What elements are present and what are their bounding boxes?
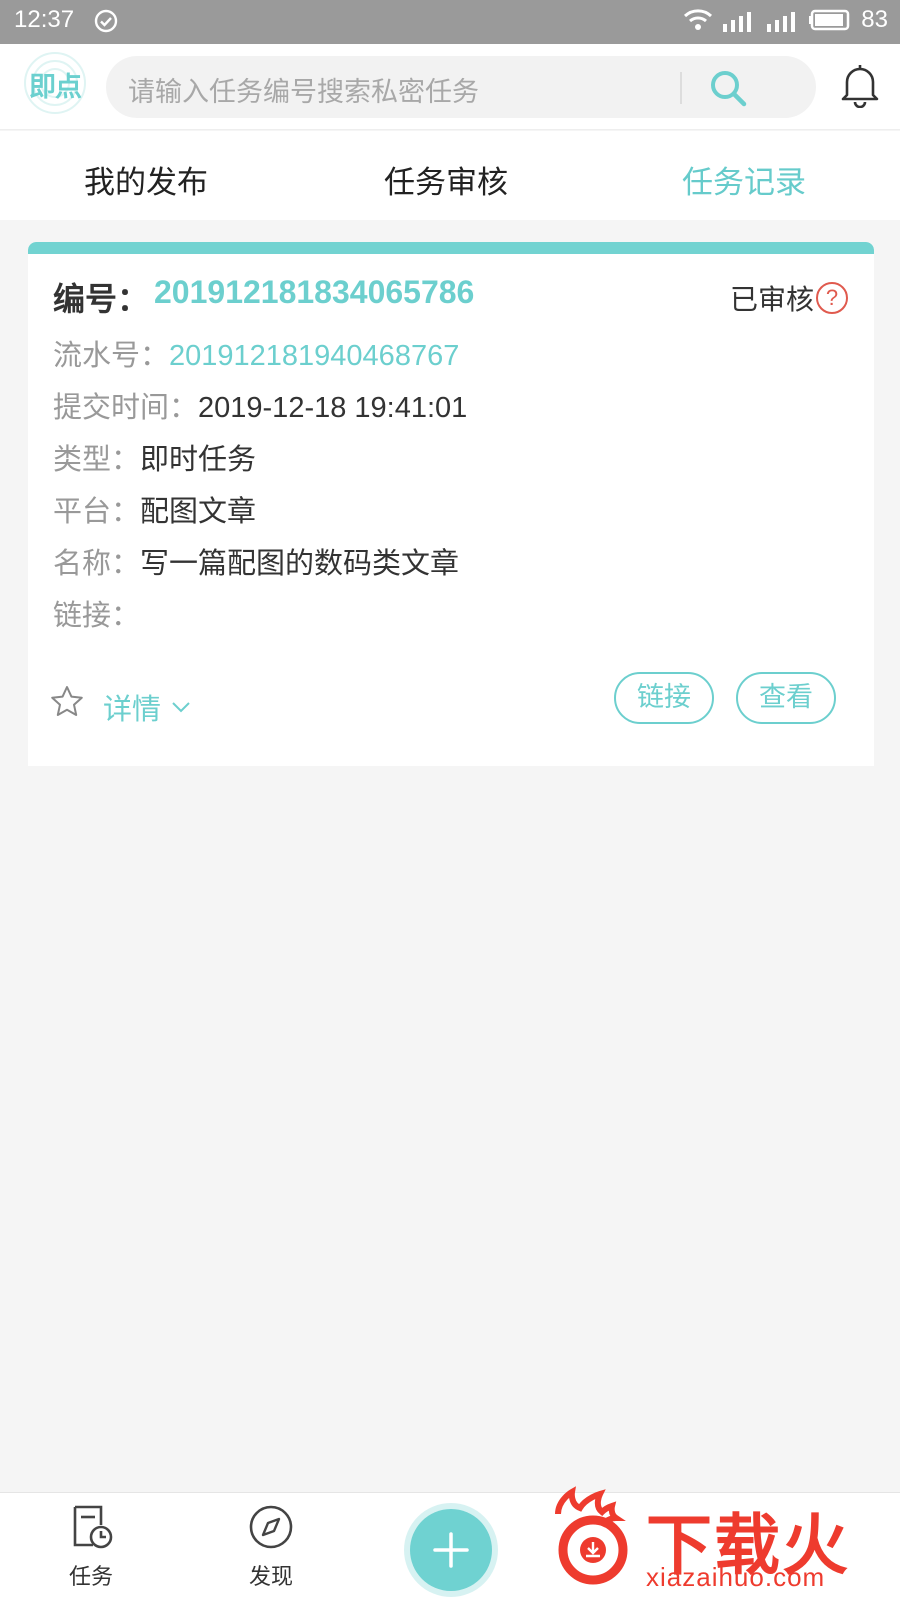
platform-row: 平台：配图文章 xyxy=(53,488,256,530)
search-icon[interactable] xyxy=(708,68,748,108)
status-text: 已审核 xyxy=(729,283,814,316)
link-row: 链接： xyxy=(53,592,140,634)
task-id-label: 编号： xyxy=(53,280,150,318)
task-card: 编号： 201912181834065786 已审核 ? 流水号：2019121… xyxy=(28,242,874,766)
type-row: 类型：即时任务 xyxy=(53,436,256,478)
app-header: 即点 请输入任务编号搜索私密任务 xyxy=(0,44,900,130)
nav-discover-label: 发现 xyxy=(248,1565,293,1590)
search-bar[interactable]: 请输入任务编号搜索私密任务 xyxy=(106,56,816,118)
tab-task-review[interactable]: 任务审核 xyxy=(384,157,508,202)
name-value: 写一篇配图的数码类文章 xyxy=(140,546,460,580)
nav-tasks-label: 任务 xyxy=(68,1565,113,1590)
battery-level: 83 xyxy=(861,6,888,33)
plus-icon xyxy=(433,1532,469,1568)
watermark-url: xiazaihuo.com xyxy=(646,1562,826,1592)
submit-time-value: 2019-12-18 19:41:01 xyxy=(198,392,468,424)
view-button[interactable]: 查看 xyxy=(736,672,836,724)
platform-value: 配图文章 xyxy=(140,494,257,528)
logo-text: 即点 xyxy=(29,72,82,103)
chevron-down-icon xyxy=(172,702,190,713)
submit-time-label: 提交时间： xyxy=(53,390,199,424)
nav-tasks[interactable]: 任务 xyxy=(46,1503,136,1591)
task-id-value: 201912181834065786 xyxy=(154,274,475,310)
search-input[interactable]: 请输入任务编号搜索私密任务 xyxy=(128,70,479,109)
wifi-icon xyxy=(684,9,713,30)
submit-time-row: 提交时间：2019-12-18 19:41:01 xyxy=(53,384,467,426)
star-icon[interactable] xyxy=(50,685,84,719)
signal-icon xyxy=(767,12,796,32)
tab-my-publish[interactable]: 我的发布 xyxy=(84,157,208,202)
check-circle-icon xyxy=(94,9,118,33)
link-button[interactable]: 链接 xyxy=(614,672,714,724)
link-label: 链接： xyxy=(53,598,141,632)
serial-value: 201912181940468767 xyxy=(169,340,460,372)
tab-bar: 我的发布 任务审核 任务记录 xyxy=(0,131,900,220)
app-logo: 即点 xyxy=(22,50,88,116)
card-accent-bar xyxy=(28,242,874,254)
name-label: 名称： xyxy=(53,546,141,580)
type-label: 类型： xyxy=(53,442,141,476)
battery-icon xyxy=(809,9,850,31)
status-bar: 12:37 83 xyxy=(0,0,900,44)
signal-icon xyxy=(723,12,752,32)
name-row: 名称：写一篇配图的数码类文章 xyxy=(53,540,459,582)
search-divider xyxy=(680,72,682,104)
tab-task-records[interactable]: 任务记录 xyxy=(682,157,806,202)
review-status: 已审核 ? xyxy=(730,278,848,318)
task-icon xyxy=(73,1505,113,1549)
detail-label: 详情 xyxy=(103,692,162,726)
serial-label: 流水号： xyxy=(53,338,170,372)
watermark: 下载火 xiazaihuo.com xyxy=(532,1478,900,1600)
platform-label: 平台： xyxy=(53,494,141,528)
bell-icon[interactable] xyxy=(838,62,882,108)
type-value: 即时任务 xyxy=(140,442,257,476)
compass-icon xyxy=(249,1505,293,1549)
help-icon[interactable]: ? xyxy=(816,282,848,314)
detail-toggle[interactable]: 详情 xyxy=(103,686,191,728)
flame-logo-icon xyxy=(555,1486,628,1585)
serial-row: 流水号：201912181940468767 xyxy=(53,332,459,374)
nav-discover[interactable]: 发现 xyxy=(226,1503,316,1591)
status-time: 12:37 xyxy=(14,6,75,33)
add-task-button[interactable] xyxy=(410,1509,492,1591)
status-right: 83 xyxy=(683,6,888,34)
